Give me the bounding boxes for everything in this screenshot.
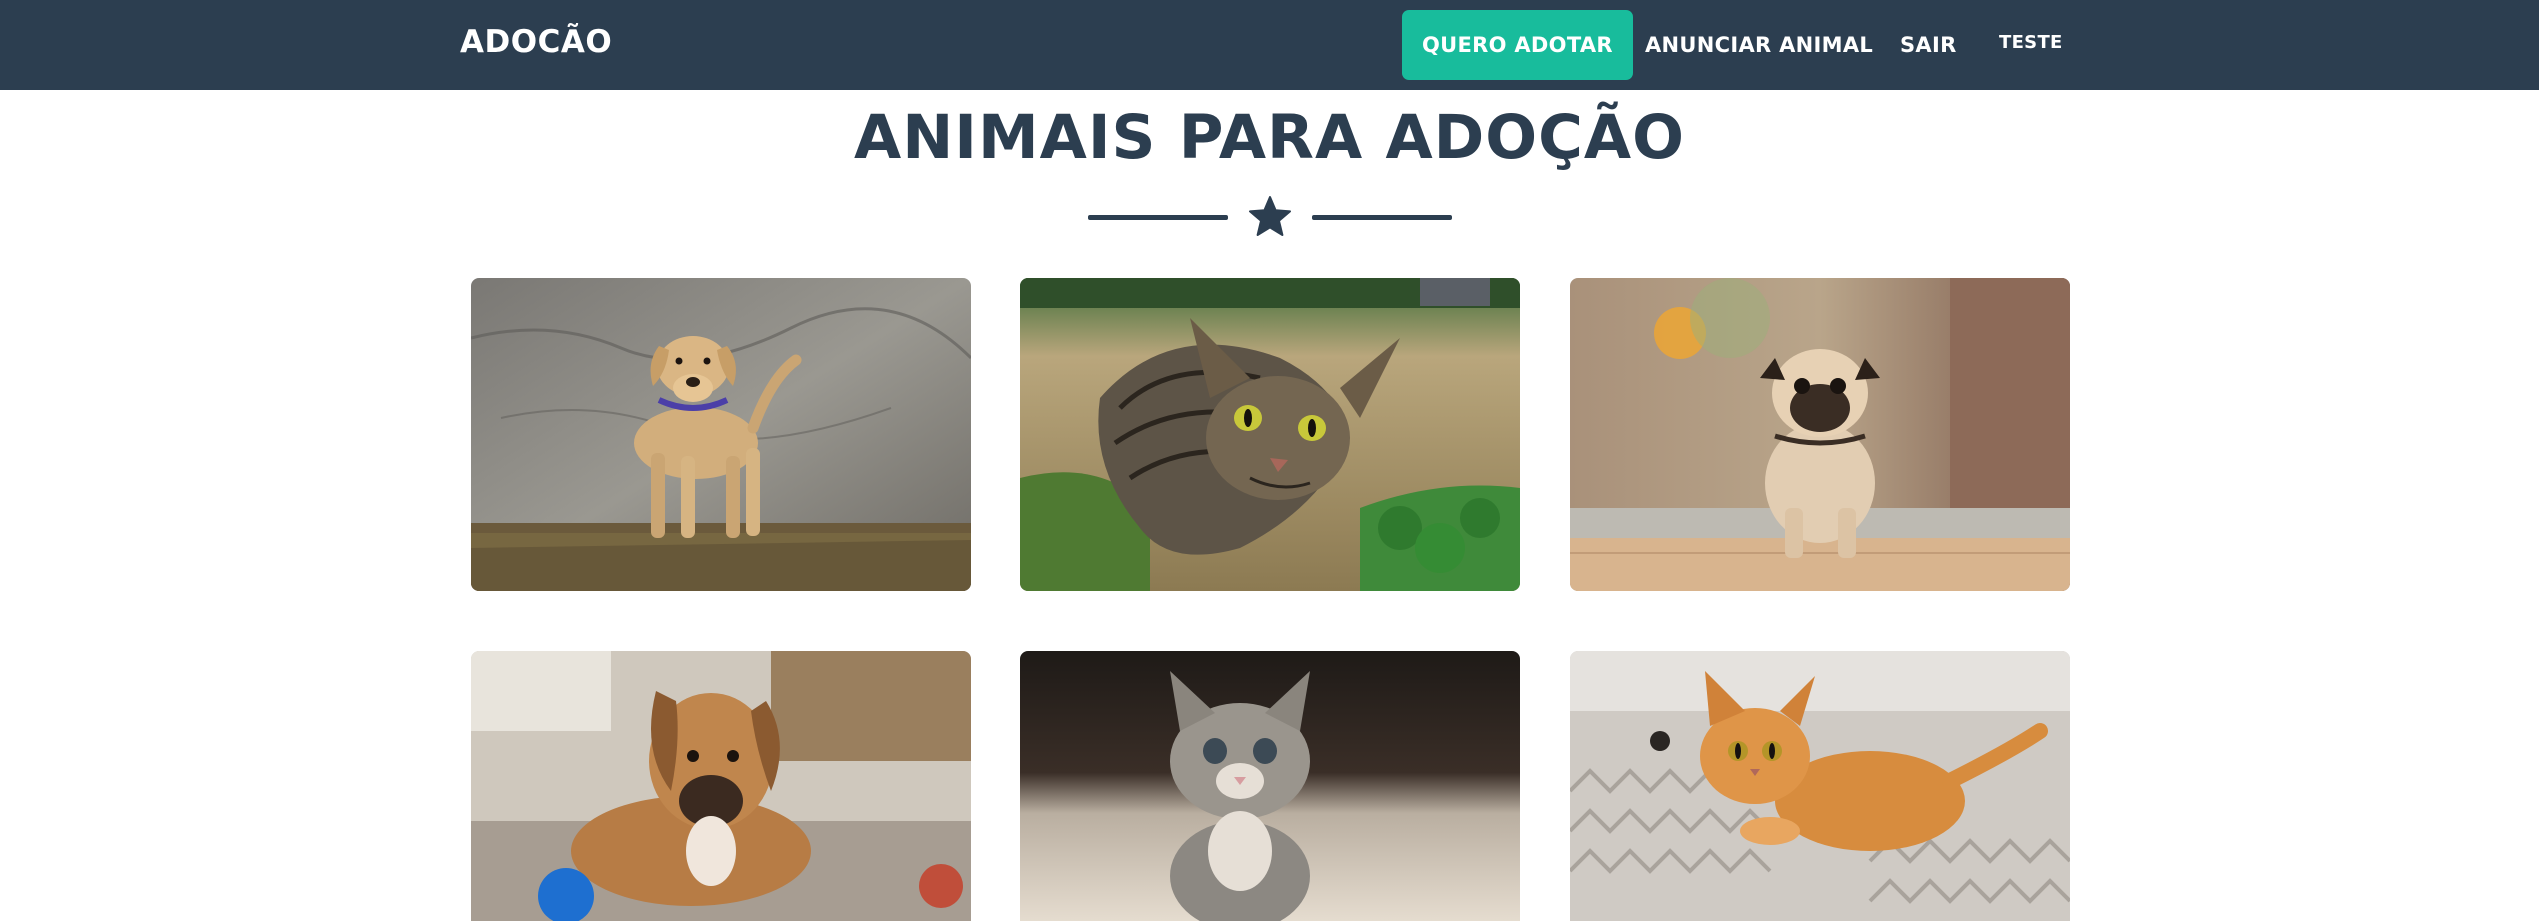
nav-anunciar-animal[interactable]: ANUNCIAR ANIMAL	[1645, 10, 1873, 80]
animal-card-kitten[interactable]	[1020, 651, 1520, 921]
cat-photo	[1020, 651, 1520, 921]
divider-line-left	[1088, 215, 1228, 220]
title-divider	[0, 192, 2539, 244]
nav-sair[interactable]: SAIR	[1900, 10, 1957, 80]
nav-quero-adotar[interactable]: QUERO ADOTAR	[1402, 10, 1633, 80]
cat-photo	[1570, 651, 2070, 921]
animal-card-tabby-cat[interactable]	[1020, 278, 1520, 591]
page-title: ANIMAIS PARA ADOÇÃO	[853, 102, 1685, 173]
animal-card-puppy[interactable]	[471, 651, 971, 921]
dog-photo	[1570, 278, 2070, 591]
nav-teste[interactable]: TESTE	[1999, 8, 2063, 78]
star-icon	[1249, 196, 1291, 236]
animal-card-orange-cat[interactable]	[1570, 651, 2070, 921]
dog-photo	[471, 651, 971, 921]
animal-card-pug[interactable]	[1570, 278, 2070, 591]
dog-photo	[471, 278, 971, 591]
brand-link[interactable]: ADOCÃO	[460, 24, 612, 60]
divider-line-right	[1312, 215, 1452, 220]
navbar: ADOCÃO QUERO ADOTAR ANUNCIAR ANIMAL SAIR…	[0, 0, 2539, 90]
animal-card-labrador[interactable]	[471, 278, 971, 591]
cat-photo	[1020, 278, 1520, 591]
